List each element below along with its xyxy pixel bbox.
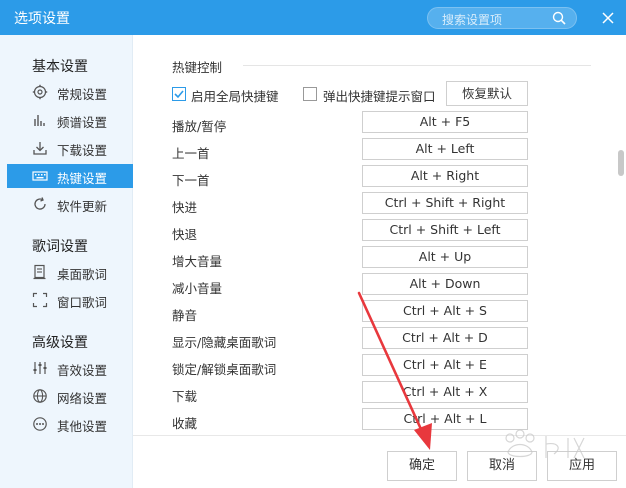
sidebar-item-general[interactable]: 常规设置 — [7, 80, 133, 104]
sidebar-item-network[interactable]: 网络设置 — [7, 384, 133, 408]
sidebar-item-spectrum[interactable]: 频谱设置 — [7, 108, 133, 132]
hotkey-label-favorite: 收藏 — [172, 416, 198, 431]
hotkey-label-next: 下一首 — [172, 173, 210, 188]
scrollbar-thumb[interactable] — [618, 150, 624, 176]
enable-global-hotkeys-checkbox[interactable] — [172, 87, 186, 101]
hotkey-field-fast-forward[interactable]: Ctrl + Shift + Right — [362, 192, 528, 214]
ok-button[interactable]: 确定 — [387, 451, 457, 481]
gear-icon — [32, 84, 48, 100]
hotkey-label-volume-down: 减小音量 — [172, 281, 223, 296]
baidu-watermark-logo — [505, 429, 585, 459]
close-icon[interactable] — [598, 8, 618, 28]
group-title-basic: 基本设置 — [32, 59, 88, 75]
globe-icon — [33, 389, 47, 403]
hotkey-label-volume-up: 增大音量 — [172, 254, 223, 269]
hotkey-field-toggle-desktop-lyrics[interactable]: Ctrl + Alt + D — [362, 327, 528, 349]
hotkey-field-previous[interactable]: Alt + Left — [362, 138, 528, 160]
group-title-advanced: 高级设置 — [32, 335, 88, 351]
hotkey-field-volume-down[interactable]: Alt + Down — [362, 273, 528, 295]
sidebar-item-label: 窗口歌词 — [57, 295, 108, 310]
sidebar-item-label: 下载设置 — [57, 143, 108, 158]
checkmark-icon — [174, 90, 184, 99]
hotkey-label-rewind: 快退 — [172, 227, 198, 242]
sidebar-item-label: 桌面歌词 — [57, 267, 108, 282]
section-divider — [243, 65, 591, 66]
refresh-icon — [34, 197, 46, 210]
sidebar-item-label: 音效设置 — [57, 363, 108, 378]
hotkey-field-play-pause[interactable]: Alt + F5 — [362, 111, 528, 133]
search-icon[interactable] — [552, 11, 566, 25]
hotkey-field-volume-up[interactable]: Alt + Up — [362, 246, 528, 268]
search-box[interactable]: 搜索设置项 — [427, 7, 577, 29]
search-input[interactable]: 搜索设置项 — [442, 11, 502, 28]
sidebar-item-label: 热键设置 — [57, 171, 108, 186]
hotkey-label-toggle-desktop-lyrics: 显示/隐藏桌面歌词 — [172, 335, 277, 350]
hotkey-label-mute: 静音 — [172, 308, 198, 323]
sidebar-item-label: 软件更新 — [57, 199, 108, 214]
sidebar-item-label: 常规设置 — [57, 87, 108, 102]
sidebar-item-download[interactable]: 下载设置 — [7, 136, 133, 160]
hotkey-field-lock-desktop-lyrics[interactable]: Ctrl + Alt + E — [362, 354, 528, 376]
sidebar-item-label: 频谱设置 — [57, 115, 108, 130]
group-title-lyrics: 歌词设置 — [32, 239, 88, 255]
window-lyrics-icon — [32, 292, 48, 308]
hotkey-label-play-pause: 播放/暂停 — [172, 119, 227, 134]
equalizer-icon — [33, 362, 47, 374]
restore-default-button[interactable]: 恢复默认 — [446, 81, 528, 106]
more-icon — [33, 417, 47, 431]
sidebar-item-other[interactable]: 其他设置 — [7, 412, 133, 436]
title-bar: 选项设置 搜索设置项 — [0, 0, 626, 35]
sidebar-item-desktop-lyrics[interactable]: 桌面歌词 — [7, 260, 133, 284]
enable-global-hotkeys-label[interactable]: 启用全局快捷键 — [191, 86, 279, 105]
section-title: 热键控制 — [172, 60, 223, 75]
hotkey-label-lock-desktop-lyrics: 锁定/解锁桌面歌词 — [172, 362, 277, 377]
popup-tip-checkbox[interactable] — [303, 87, 317, 101]
hotkey-label-download: 下载 — [172, 389, 198, 404]
sidebar-item-sound-effects[interactable]: 音效设置 — [7, 356, 133, 380]
sidebar-item-window-lyrics[interactable]: 窗口歌词 — [7, 288, 133, 312]
spectrum-icon — [34, 115, 45, 126]
hotkey-field-download[interactable]: Ctrl + Alt + X — [362, 381, 528, 403]
hotkey-field-mute[interactable]: Ctrl + Alt + S — [362, 300, 528, 322]
keyboard-icon — [32, 171, 48, 181]
desktop-lyrics-icon — [33, 264, 46, 280]
sidebar-item-label: 网络设置 — [57, 391, 108, 406]
hotkey-settings-panel: 热键控制 启用全局快捷键 弹出快捷键提示窗口 恢复默认 播放/暂停 Alt + … — [133, 35, 626, 435]
hotkey-field-next[interactable]: Alt + Right — [362, 165, 528, 187]
sidebar-item-update[interactable]: 软件更新 — [7, 192, 133, 216]
sidebar-item-label: 其他设置 — [57, 419, 108, 434]
window-title: 选项设置 — [14, 11, 70, 27]
hotkey-field-rewind[interactable]: Ctrl + Shift + Left — [362, 219, 528, 241]
hotkey-label-fast-forward: 快进 — [172, 200, 198, 215]
hotkey-label-previous: 上一首 — [172, 146, 210, 161]
sidebar: 基本设置 常规设置 频谱设置 下载设置 热键设置 软件更新 歌词设置 桌面歌词 … — [0, 35, 133, 488]
popup-tip-label[interactable]: 弹出快捷键提示窗口 — [323, 86, 436, 105]
sidebar-item-hotkeys[interactable]: 热键设置 — [7, 164, 133, 188]
download-icon — [33, 142, 47, 155]
